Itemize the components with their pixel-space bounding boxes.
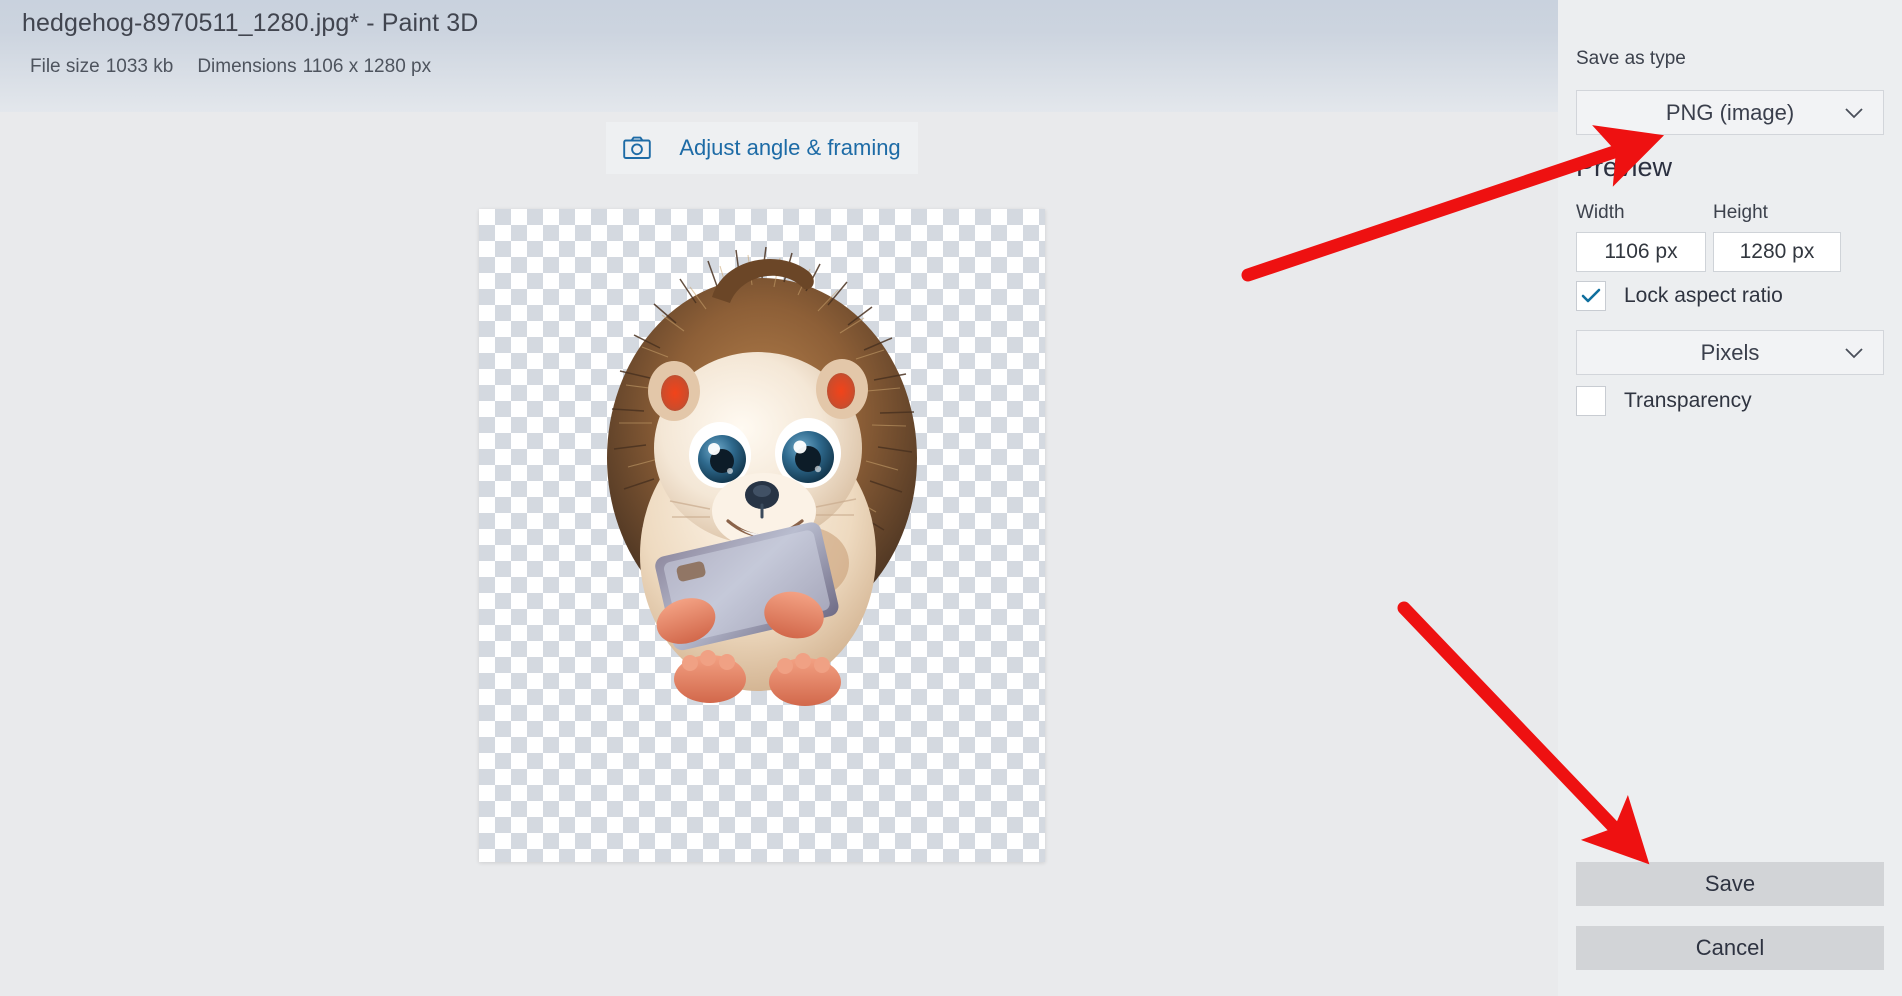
width-label: Width: [1576, 202, 1625, 223]
chevron-down-icon: [1843, 106, 1865, 120]
lock-aspect-ratio-checkbox-row[interactable]: Lock aspect ratio: [1576, 281, 1783, 311]
file-size-value: 1033 kb: [105, 56, 174, 77]
export-sidebar: Save as type PNG (image) Preview Width H…: [1558, 0, 1902, 996]
cancel-button[interactable]: Cancel: [1576, 926, 1884, 970]
width-input[interactable]: 1106 px: [1576, 232, 1706, 272]
dimensions-value: 1106 x 1280 px: [302, 56, 432, 77]
adjust-angle-framing-label: Adjust angle & framing: [679, 135, 901, 160]
adjust-angle-framing-button[interactable]: Adjust angle & framing: [606, 122, 918, 174]
lock-aspect-ratio-checkbox[interactable]: [1576, 281, 1606, 311]
lock-aspect-ratio-label: Lock aspect ratio: [1624, 284, 1783, 307]
window-title: hedgehog-8970511_1280.jpg* - Paint 3D: [22, 9, 479, 37]
height-value: 1280 px: [1739, 240, 1815, 263]
height-label: Height: [1713, 202, 1768, 223]
file-type-dropdown[interactable]: PNG (image): [1576, 90, 1884, 135]
cancel-button-label: Cancel: [1695, 935, 1765, 960]
file-type-value: PNG (image): [1665, 99, 1795, 125]
units-value: Pixels: [1700, 339, 1760, 365]
width-value: 1106 px: [1604, 240, 1678, 263]
file-info-bar: File size 1033 kb Dimensions 1106 x 1280 px: [30, 56, 455, 78]
transparency-label: Transparency: [1624, 389, 1752, 412]
units-dropdown[interactable]: Pixels: [1576, 330, 1884, 375]
hedgehog-illustration: [607, 246, 917, 706]
hedgehog-artwork: [562, 233, 962, 713]
image-canvas[interactable]: [479, 209, 1045, 862]
save-as-type-label: Save as type: [1576, 48, 1686, 69]
preview-heading: Preview: [1576, 152, 1673, 182]
dimensions-label: Dimensions: [197, 56, 297, 77]
file-size-label: File size: [30, 56, 100, 77]
save-button-label: Save: [1704, 871, 1756, 896]
paint3d-export-window: hedgehog-8970511_1280.jpg* - Paint 3D Fi…: [0, 0, 1902, 996]
transparency-checkbox-row[interactable]: Transparency: [1576, 386, 1752, 416]
check-icon: [1581, 288, 1601, 303]
camera-icon: [623, 136, 652, 159]
height-input[interactable]: 1280 px: [1713, 232, 1841, 272]
save-button[interactable]: Save: [1576, 862, 1884, 906]
transparency-checkbox[interactable]: [1576, 386, 1606, 416]
chevron-down-icon: [1843, 346, 1865, 360]
